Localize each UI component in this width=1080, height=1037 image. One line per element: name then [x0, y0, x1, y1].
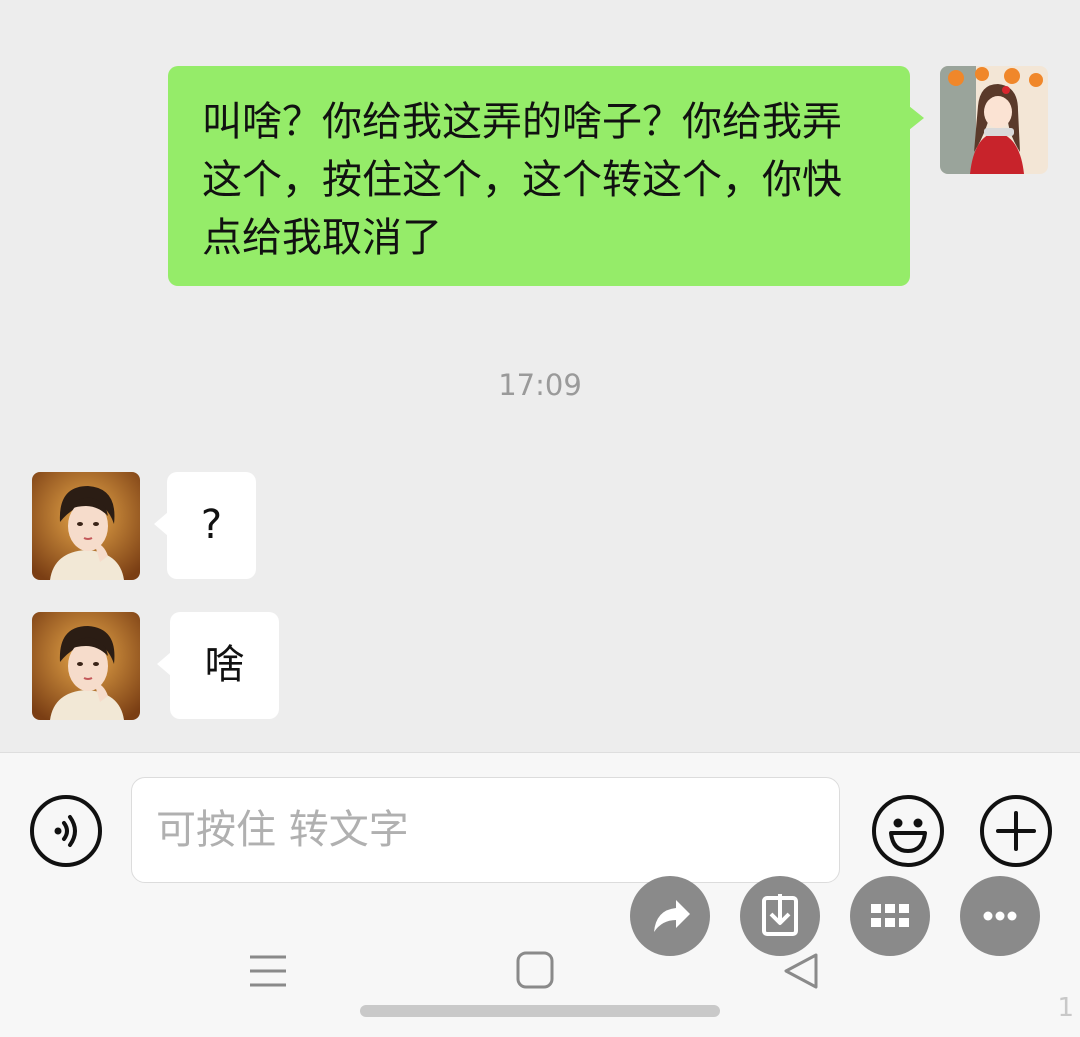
voice-button[interactable] — [30, 795, 102, 867]
forward-button[interactable] — [630, 876, 710, 956]
contact-avatar-image — [32, 612, 140, 720]
message-input-placeholder: 可按住 转文字 — [156, 807, 409, 853]
ellipsis-icon — [983, 911, 1017, 921]
home-indicator[interactable] — [360, 1005, 720, 1017]
menu-icon[interactable] — [248, 951, 288, 991]
incoming-message-bubble[interactable]: ? — [154, 472, 256, 579]
home-icon[interactable] — [516, 951, 556, 991]
my-avatar[interactable] — [940, 66, 1048, 174]
more-options-button[interactable] — [960, 876, 1040, 956]
smiley-icon — [889, 818, 927, 853]
plus-icon — [996, 811, 1036, 851]
voice-icon — [54, 815, 77, 847]
share-arrow-icon — [654, 900, 690, 932]
incoming-message-text: ? — [200, 502, 223, 548]
contact-avatar[interactable] — [32, 612, 140, 720]
incoming-message-bubble[interactable]: 啥 — [157, 612, 279, 719]
apps-button[interactable] — [850, 876, 930, 956]
chat-area: 叫啥？你给我这弄的啥子？你给我弄这个，按住这个，这个转这个，你快点给我取消了 1… — [0, 0, 1080, 752]
more-functions-button[interactable] — [980, 795, 1052, 867]
outgoing-message-text: 叫啥？你给我这弄的啥子？你给我弄这个，按住这个，这个转这个，你快点给我取消了 — [202, 99, 842, 261]
my-avatar-image — [940, 66, 1048, 174]
grid-icon — [871, 904, 909, 927]
message-timestamp: 17:09 — [498, 368, 582, 402]
emoji-button[interactable] — [872, 795, 944, 867]
input-bar: 可按住 转文字 1 — [0, 752, 1080, 1037]
save-button[interactable] — [740, 876, 820, 956]
incoming-message-text: 啥 — [204, 642, 245, 688]
back-icon[interactable] — [782, 951, 822, 991]
message-input[interactable]: 可按住 转文字 — [131, 777, 840, 883]
watermark: 1 — [1057, 993, 1074, 1023]
contact-avatar-image — [32, 472, 140, 580]
download-icon — [762, 894, 798, 936]
contact-avatar[interactable] — [32, 472, 140, 580]
outgoing-message-bubble[interactable]: 叫啥？你给我这弄的啥子？你给我弄这个，按住这个，这个转这个，你快点给我取消了 — [168, 66, 924, 286]
